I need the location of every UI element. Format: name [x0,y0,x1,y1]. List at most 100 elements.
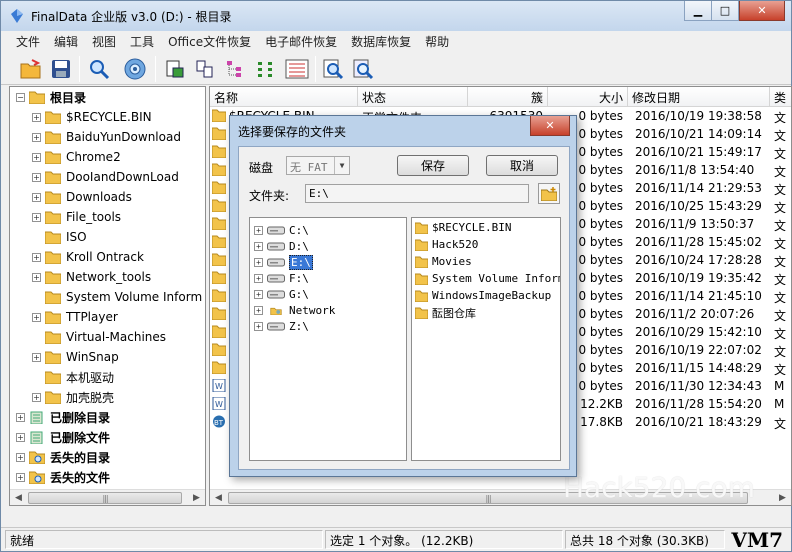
save-disk-icon[interactable] [47,55,75,83]
recover-file-icon[interactable] [161,55,189,83]
cancel-button[interactable]: 取消 [486,155,558,176]
dialog-close-button[interactable]: ✕ [530,116,570,136]
collapse-icon[interactable]: − [16,92,25,102]
tree-folder-item[interactable]: + $RECYCLE.BIN [32,107,152,127]
tree-folder-item[interactable]: + WinSnap [32,347,119,367]
tree-special-item[interactable]: + 丢失的文件 [16,467,110,487]
expand-icon[interactable]: + [254,289,263,299]
drive-item[interactable]: + Z:\ [254,318,309,334]
expand-icon[interactable]: + [254,257,263,267]
tree-folder-item[interactable]: + Network_tools [32,267,151,287]
folder-icon [415,222,428,234]
new-folder-button[interactable] [538,183,560,204]
disk-combo[interactable]: 无 FAT ▼ [286,156,350,175]
drive-item[interactable]: + D:\ [254,238,309,254]
expand-icon[interactable]: + [254,241,263,251]
tree-folder-item[interactable]: + DooIandDownLoad [32,167,179,187]
tree-special-item[interactable]: + 已删除文件 [16,427,110,447]
save-button[interactable]: 保存 [397,155,469,176]
col-modified-date[interactable]: 修改日期 [628,87,770,107]
tree-folder-item[interactable]: + 加壳脱壳 [32,387,114,407]
tree-folder-item[interactable]: System Volume Inform [32,287,202,307]
dialog-folder-item[interactable]: Hack520 [415,236,478,253]
chevron-down-icon[interactable]: ▼ [334,157,349,174]
advanced-search-icon[interactable] [349,55,377,83]
menu-view[interactable]: 视图 [85,31,123,51]
expand-icon[interactable]: + [254,273,263,283]
open-folder-icon[interactable] [17,55,45,83]
tree-folder-item[interactable]: Virtual-Machines [32,327,166,347]
menu-help[interactable]: 帮助 [418,31,456,51]
find-icon[interactable] [319,55,347,83]
expand-icon[interactable]: + [16,452,25,462]
drive-item[interactable]: + F:\ [254,270,309,286]
expand-icon[interactable]: + [32,212,41,222]
copy-file-icon[interactable] [191,55,219,83]
expand-icon[interactable]: + [254,305,263,315]
tree-folder-item[interactable]: + File_tools [32,207,121,227]
tree-folder-item[interactable]: + Chrome2 [32,147,121,167]
col-size[interactable]: 大小 [548,87,628,107]
tree-root[interactable]: − 根目录 [16,87,86,107]
search-icon[interactable] [85,55,113,83]
expand-icon[interactable]: + [32,192,41,202]
expand-icon[interactable]: + [32,172,41,182]
expand-icon[interactable]: + [32,392,41,402]
expand-icon[interactable]: + [32,252,41,262]
expand-icon[interactable]: + [32,112,41,122]
drive-item[interactable]: + Network [254,302,335,318]
tree-special-item[interactable]: + 已删除目录 [16,407,110,427]
expand-icon[interactable]: + [32,352,41,362]
settings-cd-icon[interactable] [121,55,149,83]
col-name[interactable]: 名称 [210,87,358,107]
scroll-right-icon[interactable]: ▶ [774,490,791,505]
title-bar[interactable]: FinalData 企业版 v3.0 (D:) - 根目录 ▁ □ ✕ [1,1,791,31]
drive-item[interactable]: + C:\ [254,222,309,238]
expand-icon[interactable]: + [254,321,263,331]
tree-special-item[interactable]: + 丢失的目录 [16,447,110,467]
close-button[interactable]: ✕ [739,1,785,21]
dialog-folder-item[interactable]: System Volume Informa [415,270,560,287]
scroll-left-icon[interactable]: ◀ [210,490,227,505]
expand-icon[interactable]: + [254,225,263,235]
list-view-icon[interactable] [252,55,280,83]
tree-folder-item[interactable]: + BaiduYunDownload [32,127,181,147]
drive-item[interactable]: + G:\ [254,286,309,302]
expand-icon[interactable]: + [32,152,41,162]
folder-path-input[interactable]: E:\ [305,184,529,203]
menu-email-recovery[interactable]: 电子邮件恢复 [258,31,344,51]
scroll-right-icon[interactable]: ▶ [188,490,205,505]
cell-date: 2016/11/2 20:07:26 [635,307,755,321]
col-cluster[interactable]: 簇 [468,87,548,107]
tree-folder-item[interactable]: + Downloads [32,187,132,207]
tree-folder-item[interactable]: 本机驱动 [32,367,114,387]
details-view-icon[interactable] [283,55,311,83]
dialog-folder-item[interactable]: WindowsImageBackup [415,287,551,304]
expand-icon[interactable]: + [32,132,41,142]
tree-horizontal-scrollbar[interactable]: ◀ ||| ▶ [10,489,205,505]
tree-folder-item[interactable]: + TTPlayer [32,307,118,327]
drive-item[interactable]: + E:\ [254,254,313,270]
expand-icon[interactable]: + [16,432,25,442]
menu-tools[interactable]: 工具 [123,31,161,51]
scroll-thumb[interactable]: ||| [28,492,182,504]
dialog-folder-item[interactable]: 酝图仓库 [415,304,476,321]
expand-icon[interactable]: + [32,312,41,322]
expand-icon[interactable]: + [32,272,41,282]
expand-icon[interactable]: + [16,412,25,422]
scroll-left-icon[interactable]: ◀ [10,490,27,505]
expand-icon[interactable]: + [16,472,25,482]
maximize-button[interactable]: □ [711,1,739,21]
minimize-button[interactable]: ▁ [684,1,712,21]
dialog-folder-item[interactable]: $RECYCLE.BIN [415,219,511,236]
tree-folder-item[interactable]: ISO [32,227,87,247]
dialog-folder-item[interactable]: Movies [415,253,472,270]
menu-database-recovery[interactable]: 数据库恢复 [344,31,418,51]
menu-edit[interactable]: 编辑 [47,31,85,51]
col-type[interactable]: 类 [770,87,791,107]
col-status[interactable]: 状态 [358,87,468,107]
tree-folder-item[interactable]: + Kroll Ontrack [32,247,144,267]
menu-office-recovery[interactable]: Office文件恢复 [161,31,258,51]
tree-view-icon[interactable] [221,55,249,83]
menu-file[interactable]: 文件 [9,31,47,51]
